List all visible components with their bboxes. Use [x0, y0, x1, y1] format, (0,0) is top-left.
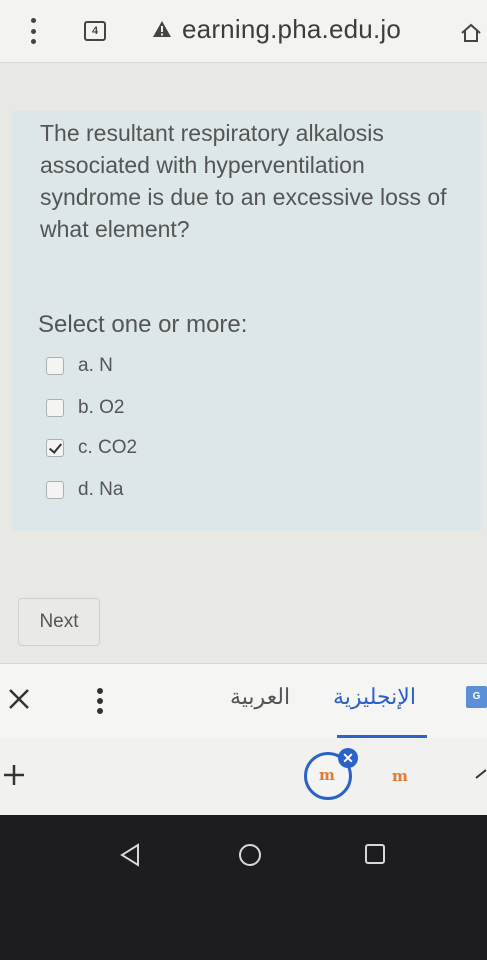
checkbox[interactable]	[46, 481, 64, 499]
option-label: c. CO2	[78, 437, 138, 458]
option-label: a. N	[78, 355, 113, 376]
tab-count-button[interactable]: 4	[84, 21, 106, 41]
checkbox[interactable]	[46, 399, 64, 417]
close-bubble-icon[interactable]: ✕	[338, 748, 358, 768]
warning-icon[interactable]	[152, 20, 172, 38]
option-a[interactable]: a. N	[46, 353, 113, 379]
source-language-tab[interactable]: العربية	[230, 684, 290, 710]
back-icon[interactable]	[118, 843, 142, 867]
home-icon[interactable]	[460, 22, 482, 44]
translate-bar: العربية الإنجليزية G	[0, 663, 487, 739]
select-prompt: Select one or more:	[38, 311, 248, 338]
checkbox-checked[interactable]	[46, 439, 64, 457]
question-text: The resultant respiratory alkalosis asso…	[40, 120, 447, 242]
url-bar[interactable]: earning.pha.edu.jo	[182, 14, 401, 45]
recent-apps-icon[interactable]	[364, 843, 386, 865]
close-icon[interactable]	[6, 686, 32, 712]
more-vert-icon[interactable]	[96, 688, 104, 714]
app-icon[interactable]: m	[392, 767, 408, 785]
option-label: b. O2	[78, 397, 125, 418]
plus-icon[interactable]	[2, 763, 26, 787]
next-button[interactable]: Next	[18, 598, 100, 646]
option-b[interactable]: b. O2	[46, 395, 124, 421]
option-label: d. Na	[78, 479, 124, 500]
option-c[interactable]: c. CO2	[46, 435, 137, 461]
app-icon: m	[319, 766, 335, 784]
google-translate-icon[interactable]: G	[466, 686, 487, 708]
home-circle-icon[interactable]	[237, 842, 263, 868]
option-d[interactable]: d. Na	[46, 477, 123, 503]
page-content: The resultant respiratory alkalosis asso…	[0, 63, 487, 663]
system-navigation-bar	[0, 815, 487, 960]
question-card: The resultant respiratory alkalosis asso…	[12, 111, 482, 531]
target-language-tab[interactable]: الإنجليزية	[333, 684, 416, 710]
bubble-bar: m ✕ m	[0, 738, 487, 815]
more-vert-icon[interactable]	[26, 18, 40, 44]
browser-toolbar: 4 earning.pha.edu.jo	[0, 0, 487, 63]
checkbox[interactable]	[46, 357, 64, 375]
chevron-icon[interactable]	[474, 768, 487, 780]
